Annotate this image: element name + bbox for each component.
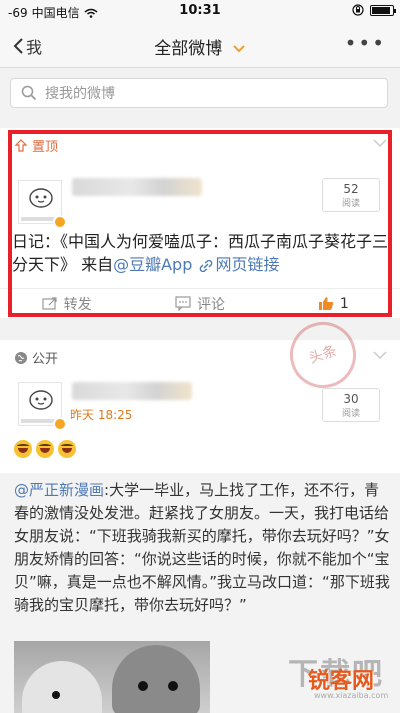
- public-tag: 公开: [14, 348, 58, 367]
- site-watermark: 下载吧 锐客网 www.xiazaiba.com: [288, 649, 392, 705]
- pinned-tag: 置顶: [14, 136, 58, 155]
- comment-label: 评论: [196, 296, 225, 313]
- repost-mention[interactable]: @严正新漫画: [14, 481, 104, 499]
- avatar-face-icon: [29, 390, 53, 410]
- username-blurred[interactable]: [72, 382, 192, 400]
- search-input[interactable]: 搜我的微博: [10, 78, 388, 108]
- search-area: 搜我的微博: [0, 69, 400, 119]
- laugh-emoji-icon: [58, 440, 76, 458]
- status-time: 10:31: [179, 3, 221, 18]
- read-count-box: 30 阅读: [322, 388, 380, 422]
- comment-icon: [175, 296, 191, 311]
- read-count-box: 52 阅读: [322, 178, 380, 212]
- repost-body: :大学一毕业，马上找了工作，还不行，青春的激情没处发泄。赶紧找了女朋友。一天，我…: [14, 481, 390, 614]
- username-blurred[interactable]: [72, 178, 202, 196]
- link-icon: [200, 259, 213, 272]
- chinchilla-left: [22, 661, 102, 713]
- post-time: 昨天 18:25: [70, 408, 133, 422]
- read-count-value: 30: [343, 392, 359, 406]
- emoji-row: [14, 440, 76, 458]
- chevron-down-icon[interactable]: [372, 350, 388, 360]
- battery-icon: [370, 4, 396, 16]
- thumbs-up-icon: [318, 297, 333, 310]
- laugh-emoji-icon: [36, 440, 54, 458]
- nav-bar: 我 全部微博 •••: [0, 22, 400, 68]
- laugh-emoji-icon: [14, 440, 32, 458]
- globe-icon: [15, 351, 27, 364]
- comment-button[interactable]: 评论: [133, 294, 266, 314]
- source-link[interactable]: @豆瓣App: [113, 255, 192, 274]
- post-text: 日记：《中国人为何爱嗑瓜子：西瓜子南瓜子葵花子三分天下》 来自@豆瓣App 网页…: [12, 230, 388, 276]
- verified-badge: [53, 215, 67, 229]
- chinchilla-right: [112, 645, 200, 713]
- search-icon: [21, 85, 37, 101]
- read-count-value: 52: [343, 182, 359, 196]
- pinned-tag-label: 置顶: [32, 140, 59, 155]
- rotation-lock-icon: [352, 4, 364, 16]
- read-count-label: 阅读: [341, 199, 360, 209]
- pinned-post-card[interactable]: 置顶 52 阅读 日记：《中国人为何爱嗑瓜子：西瓜子南瓜子葵花子三分天下》 来自…: [0, 128, 400, 318]
- pin-icon: [14, 138, 28, 152]
- public-tag-label: 公开: [32, 352, 59, 367]
- search-placeholder: 搜我的微博: [45, 86, 115, 102]
- share-icon: [42, 297, 57, 310]
- avatar[interactable]: [18, 180, 67, 229]
- status-right: [352, 4, 396, 16]
- chevron-down-icon: [232, 45, 245, 53]
- share-label: 转发: [63, 296, 92, 313]
- like-count: 1: [339, 295, 349, 312]
- verified-badge: [53, 417, 67, 431]
- status-bar: -69 中国电信 10:31: [0, 0, 400, 22]
- action-bar: 转发 评论 1: [0, 288, 400, 318]
- watermark-url: www.xiazaiba.com: [314, 691, 389, 700]
- repost-image[interactable]: [14, 641, 210, 713]
- page-title-text: 全部微博: [154, 39, 223, 59]
- repost-text: @严正新漫画:大学一毕业，马上找了工作，还不行，青春的激情没处发泄。赶紧找了女朋…: [14, 479, 390, 617]
- more-button[interactable]: •••: [345, 33, 386, 53]
- share-button[interactable]: 转发: [0, 294, 133, 314]
- chevron-down-icon[interactable]: [372, 138, 388, 148]
- avatar[interactable]: [18, 382, 67, 431]
- web-link[interactable]: 网页链接: [215, 255, 279, 274]
- read-count-label: 阅读: [341, 409, 360, 419]
- avatar-face-icon: [29, 188, 53, 208]
- like-button[interactable]: 1: [267, 296, 400, 312]
- page-title[interactable]: 全部微博: [0, 34, 400, 59]
